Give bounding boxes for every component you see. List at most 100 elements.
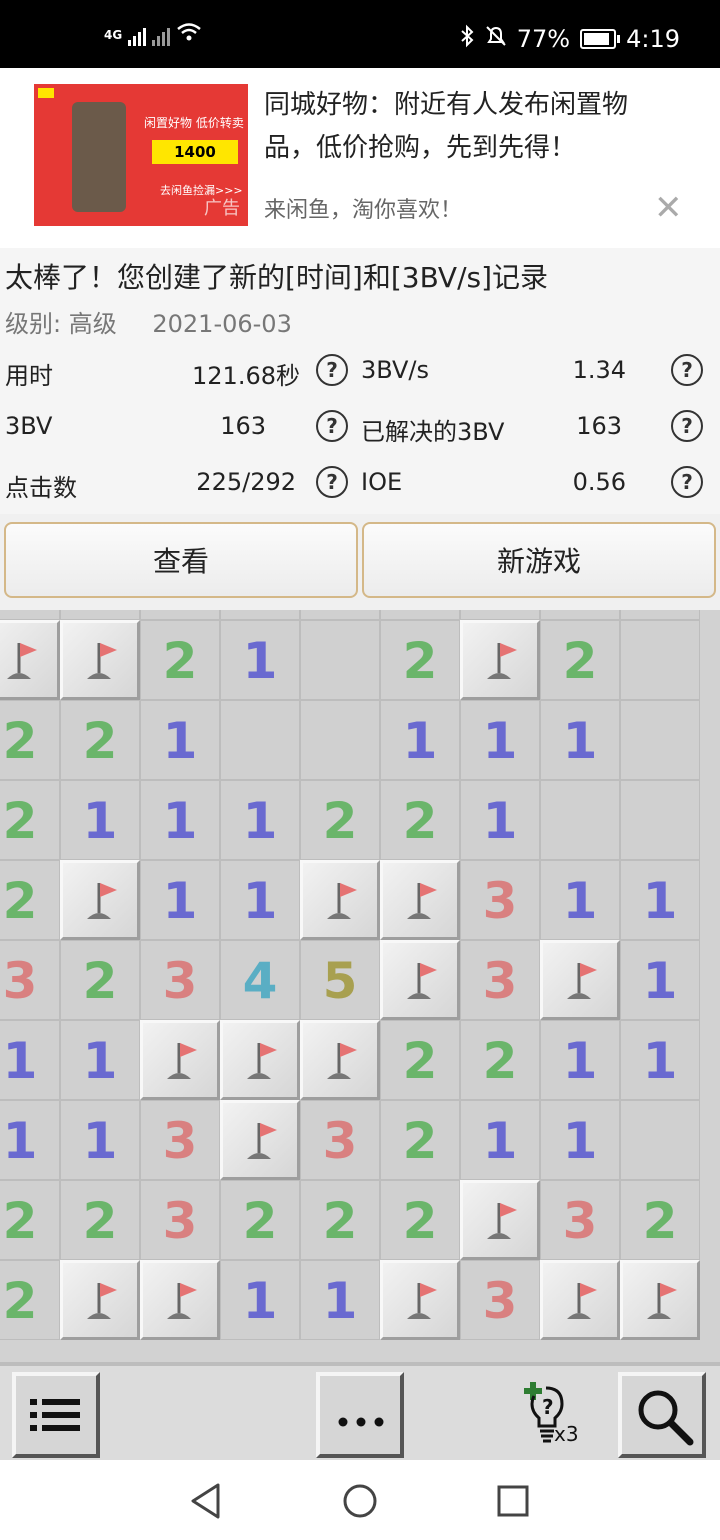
number-cell[interactable]: 2 [0, 1260, 60, 1340]
number-cell[interactable]: 1 [460, 780, 540, 860]
help-icon[interactable]: ? [316, 410, 348, 442]
number-cell[interactable]: 2 [300, 780, 380, 860]
number-cell[interactable]: 1 [220, 620, 300, 700]
number-cell[interactable]: 2 [0, 1180, 60, 1260]
board-cell-partial[interactable] [0, 610, 60, 620]
number-cell[interactable]: 1 [300, 1260, 380, 1340]
number-cell[interactable]: 1 [460, 1100, 540, 1180]
recents-icon[interactable] [496, 1484, 530, 1522]
number-cell[interactable]: 1 [220, 860, 300, 940]
number-cell[interactable]: 1 [620, 940, 700, 1020]
close-icon[interactable]: ✕ [654, 188, 683, 228]
number-cell[interactable]: 1 [220, 1260, 300, 1340]
number-cell[interactable]: 1 [540, 700, 620, 780]
menu-button[interactable] [12, 1372, 100, 1458]
flag-cell[interactable] [60, 860, 140, 940]
ad-subtitle[interactable]: 来闲鱼，淘你喜欢！ [264, 192, 462, 224]
empty-cell[interactable] [620, 700, 700, 780]
number-cell[interactable]: 2 [60, 700, 140, 780]
number-cell[interactable]: 2 [220, 1180, 300, 1260]
number-cell[interactable]: 3 [140, 1100, 220, 1180]
number-cell[interactable]: 3 [140, 1180, 220, 1260]
flag-cell[interactable] [300, 1020, 380, 1100]
flag-cell[interactable] [380, 860, 460, 940]
help-icon[interactable]: ? [316, 466, 348, 498]
view-button[interactable]: 查看 [4, 522, 358, 598]
flag-cell[interactable] [140, 1020, 220, 1100]
number-cell[interactable]: 3 [460, 940, 540, 1020]
home-icon[interactable] [342, 1483, 378, 1523]
help-icon[interactable]: ? [316, 354, 348, 386]
empty-cell[interactable] [620, 780, 700, 860]
number-cell[interactable]: 2 [60, 940, 140, 1020]
flag-cell[interactable] [540, 1260, 620, 1340]
empty-cell[interactable] [540, 780, 620, 860]
number-cell[interactable]: 1 [460, 700, 540, 780]
number-cell[interactable]: 1 [140, 780, 220, 860]
hint-button[interactable]: ? x3 [508, 1378, 582, 1454]
ad-banner[interactable]: 闲置好物 低价转卖 1400 去闲鱼捡漏>>> 广告 同城好物：附近有人发布闲置… [0, 68, 720, 248]
help-icon[interactable]: ? [671, 466, 703, 498]
number-cell[interactable]: 3 [300, 1100, 380, 1180]
number-cell[interactable]: 1 [0, 1020, 60, 1100]
empty-cell[interactable] [300, 700, 380, 780]
number-cell[interactable]: 3 [0, 940, 60, 1020]
number-cell[interactable]: 3 [540, 1180, 620, 1260]
flag-cell[interactable] [0, 620, 60, 700]
number-cell[interactable]: 1 [540, 1100, 620, 1180]
number-cell[interactable]: 2 [380, 1020, 460, 1100]
number-cell[interactable]: 1 [140, 860, 220, 940]
flag-cell[interactable] [140, 1260, 220, 1340]
board-cell-partial[interactable] [140, 610, 220, 620]
flag-cell[interactable] [220, 1020, 300, 1100]
number-cell[interactable]: 2 [460, 1020, 540, 1100]
flag-cell[interactable] [60, 1260, 140, 1340]
help-icon[interactable]: ? [671, 410, 703, 442]
board-cell-partial[interactable] [300, 610, 380, 620]
board-cell-partial[interactable] [60, 610, 140, 620]
flag-cell[interactable] [220, 1100, 300, 1180]
number-cell[interactable]: 2 [140, 620, 220, 700]
board-cell-partial[interactable] [620, 610, 700, 620]
number-cell[interactable]: 4 [220, 940, 300, 1020]
new-game-button[interactable]: 新游戏 [362, 522, 716, 598]
number-cell[interactable]: 2 [380, 1100, 460, 1180]
more-button[interactable] [316, 1372, 404, 1458]
number-cell[interactable]: 1 [60, 1100, 140, 1180]
number-cell[interactable]: 2 [380, 780, 460, 860]
flag-cell[interactable] [380, 940, 460, 1020]
number-cell[interactable]: 1 [60, 1020, 140, 1100]
number-cell[interactable]: 2 [620, 1180, 700, 1260]
empty-cell[interactable] [620, 620, 700, 700]
number-cell[interactable]: 1 [620, 1020, 700, 1100]
number-cell[interactable]: 1 [620, 860, 700, 940]
help-icon[interactable]: ? [671, 354, 703, 386]
ad-image[interactable]: 闲置好物 低价转卖 1400 去闲鱼捡漏>>> 广告 [34, 84, 248, 226]
back-icon[interactable] [188, 1482, 224, 1524]
number-cell[interactable]: 2 [300, 1180, 380, 1260]
number-cell[interactable]: 3 [460, 1260, 540, 1340]
number-cell[interactable]: 2 [0, 780, 60, 860]
flag-cell[interactable] [380, 1260, 460, 1340]
number-cell[interactable]: 2 [0, 860, 60, 940]
number-cell[interactable]: 3 [460, 860, 540, 940]
empty-cell[interactable] [620, 1100, 700, 1180]
minesweeper-board[interactable]: 2122221111211122121131132345311122111133… [0, 610, 720, 1362]
number-cell[interactable]: 1 [140, 700, 220, 780]
number-cell[interactable]: 1 [540, 860, 620, 940]
number-cell[interactable]: 2 [380, 1180, 460, 1260]
flag-cell[interactable] [620, 1260, 700, 1340]
ad-title[interactable]: 同城好物：附近有人发布闲置物品，低价抢购，先到先得！ [264, 84, 674, 170]
empty-cell[interactable] [300, 620, 380, 700]
board-cell-partial[interactable] [460, 610, 540, 620]
board-cell-partial[interactable] [380, 610, 460, 620]
number-cell[interactable]: 1 [220, 780, 300, 860]
board-cell-partial[interactable] [220, 610, 300, 620]
flag-cell[interactable] [60, 620, 140, 700]
number-cell[interactable]: 1 [0, 1100, 60, 1180]
flag-cell[interactable] [300, 860, 380, 940]
flag-cell[interactable] [540, 940, 620, 1020]
number-cell[interactable]: 1 [60, 780, 140, 860]
flag-cell[interactable] [460, 1180, 540, 1260]
number-cell[interactable]: 2 [380, 620, 460, 700]
